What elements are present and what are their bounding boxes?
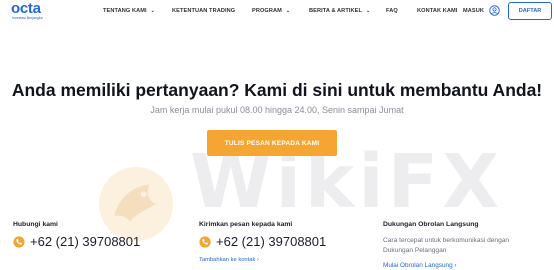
user-circle-icon[interactable]: [489, 5, 500, 16]
nav-ketentuan-trading[interactable]: KETENTUAN TRADING: [172, 8, 235, 14]
page-title: Anda memiliki pertanyaan? Kami di sini u…: [11, 80, 543, 100]
chevron-right-icon: ›: [454, 262, 457, 269]
contact-call-title: Hubungi kami: [13, 221, 58, 228]
nav-label: BERITA & ARTIKEL: [309, 8, 362, 14]
nav-faq[interactable]: FAQ: [386, 8, 398, 14]
nav-label: KONTAK KAMI: [417, 8, 458, 14]
chevron-down-icon: ⌄: [365, 8, 371, 14]
phone-number: +62 (21) 39708801: [30, 234, 141, 249]
contact-call-phone[interactable]: +62 (21) 39708801: [13, 234, 140, 249]
write-message-button[interactable]: TULIS PESAN KEPADA KAMI: [207, 130, 337, 156]
nav-label: TENTANG KAMI: [103, 8, 147, 14]
contact-sms-phone[interactable]: +62 (21) 39708801: [199, 234, 326, 249]
add-to-contacts-label: Tambahkan ke kontak: [199, 257, 256, 263]
chevron-right-icon: ›: [257, 257, 259, 263]
add-to-contacts-link[interactable]: Tambahkan ke kontak ›: [199, 257, 259, 263]
contact-chat-title: Dukungan Obrolan Langsung: [383, 221, 479, 228]
nav-label: FAQ: [386, 8, 398, 14]
nav-label: KETENTUAN TRADING: [172, 8, 236, 14]
phone-icon: [199, 235, 211, 248]
contact-sms: Kirimkan pesan kepada kami +62 (21) 3970…: [199, 221, 326, 263]
nav-berita-artikel[interactable]: BERITA & ARTIKEL ⌄: [309, 8, 370, 14]
chevron-down-icon: ⌄: [285, 8, 291, 14]
nav-tentang-kami[interactable]: TENTANG KAMI ⌄: [103, 8, 155, 14]
nav-masuk[interactable]: MASUK: [463, 8, 484, 14]
nav-label: MASUK: [463, 8, 485, 14]
working-hours: Jam kerja mulai pukul 08.00 hingga 24.00…: [150, 105, 404, 115]
contact-sms-title: Kirimkan pesan kepada kami: [199, 221, 293, 228]
nav-kontak-kami[interactable]: KONTAK KAMI: [417, 8, 457, 14]
phone-number: +62 (21) 39708801: [216, 234, 327, 249]
chevron-down-icon: ⌄: [150, 8, 155, 14]
nav-program[interactable]: PROGRAM ⌄: [252, 8, 290, 14]
contact-live-chat: Dukungan Obrolan Langsung Cara tercepat …: [383, 221, 509, 269]
phone-icon: [13, 235, 25, 248]
contact-call: Hubungi kami +62 (21) 39708801: [13, 221, 140, 249]
site-header: octa Investasi Berjangka TENTANG KAMI ⌄ K…: [0, 0, 554, 26]
start-live-chat-label: Mulai Obrolan Langsung: [383, 262, 453, 269]
nav-label: PROGRAM: [252, 8, 282, 14]
main-nav: TENTANG KAMI ⌄ KETENTUAN TRADING PROGRAM ⌄…: [0, 8, 554, 20]
contact-chat-description: Cara tercepat untuk berkomunikasi dengan…: [383, 237, 510, 254]
start-live-chat-link[interactable]: Mulai Obrolan Langsung ›: [383, 262, 457, 269]
wikifx-emblem-icon: [98, 166, 174, 242]
signup-button[interactable]: DAFTAR: [508, 2, 552, 20]
